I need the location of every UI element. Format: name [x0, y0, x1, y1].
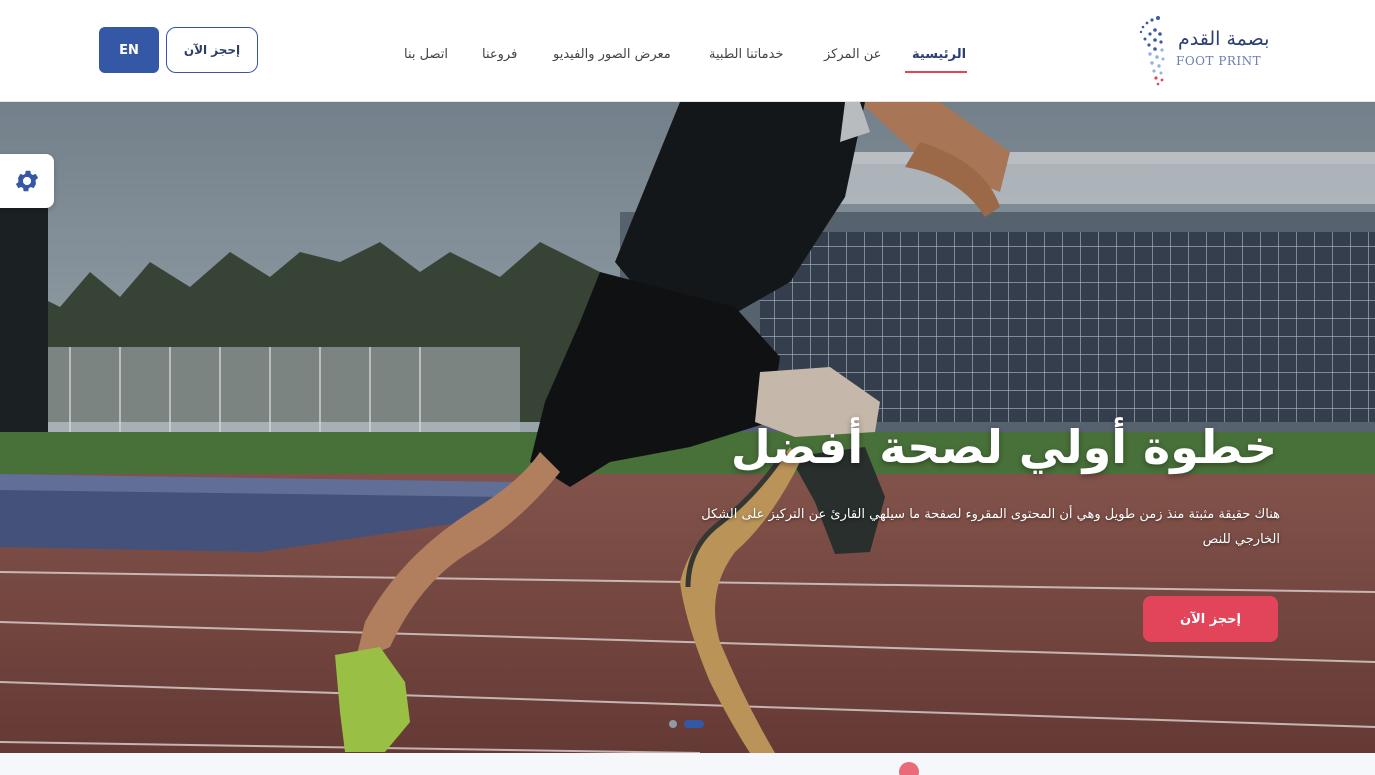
nav-about[interactable]: عن المركز	[824, 47, 881, 62]
nav-home[interactable]: الرئيسية	[912, 47, 966, 62]
settings-button[interactable]	[0, 154, 54, 208]
book-now-header-button[interactable]: إحجز الآن	[166, 27, 258, 73]
hero-description: هناك حقيقة مثبتة منذ زمن طويل وهي أن الم…	[701, 507, 1280, 547]
language-button[interactable]: EN	[99, 27, 159, 73]
slider-dot-1[interactable]	[669, 720, 677, 728]
hero-slider: خطوة أولي لصحة أفضل هناك حقيقة مثبتة منذ…	[0, 102, 1375, 753]
logo-name-en: FOOT PRINT	[1176, 54, 1262, 68]
logo[interactable]	[1135, 12, 1265, 88]
site-header: EN إحجز الآن الرئيسية عن المركز خدماتنا …	[0, 0, 1375, 102]
slider-dot-2[interactable]	[684, 720, 704, 728]
nav-contact[interactable]: اتصل بنا	[404, 47, 448, 62]
gear-icon	[15, 170, 39, 192]
nav-services[interactable]: خدماتنا الطبية	[709, 47, 783, 62]
logo-name-ar: بصمة القدم	[1178, 28, 1270, 50]
nav-gallery[interactable]: معرض الصور والفيديو	[553, 47, 671, 62]
hero-title: خطوة أولي لصحة أفضل	[730, 420, 1277, 474]
nav-branches[interactable]: فروعنا	[482, 47, 517, 62]
next-section-strip	[0, 753, 1375, 775]
scroll-indicator[interactable]	[899, 762, 919, 775]
book-now-hero-button[interactable]: إحجز الآن	[1143, 596, 1278, 642]
active-nav-indicator	[905, 71, 967, 73]
footprint-logo-icon	[1139, 16, 1165, 86]
